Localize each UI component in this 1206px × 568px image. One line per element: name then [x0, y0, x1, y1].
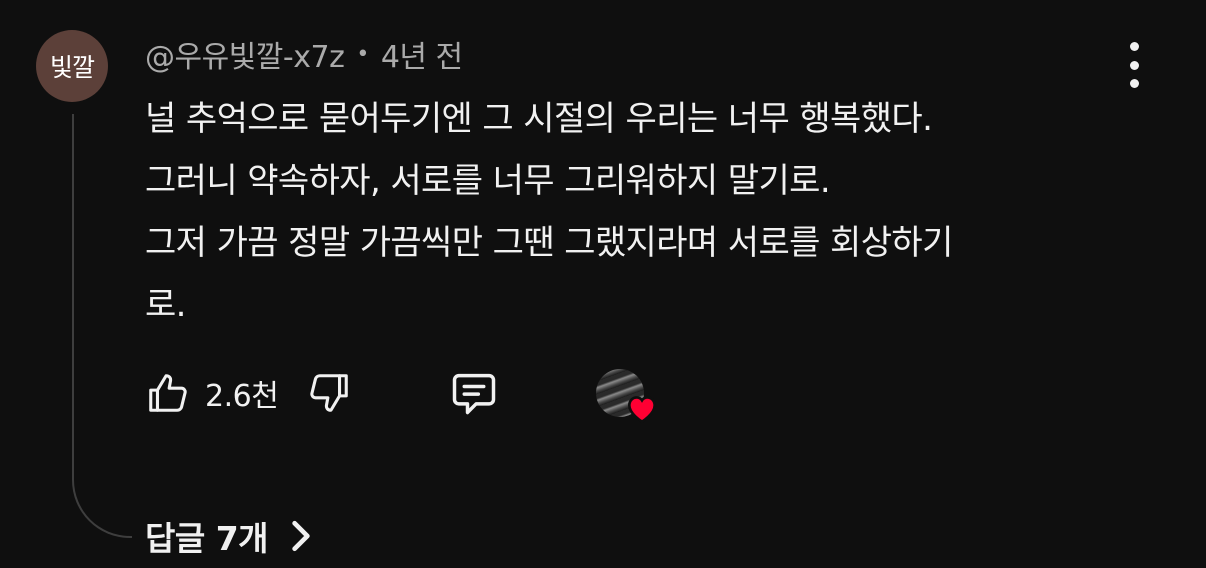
comment-header: @우유빛깔-x7z • 4년 전	[145, 32, 463, 76]
like-count: 2.6천	[205, 379, 279, 414]
thread-connector-line	[72, 114, 132, 538]
comment-line: 로.	[145, 285, 186, 325]
more-dot	[1129, 79, 1139, 88]
comment-thread: 빛깔 @우유빛깔-x7z • 4년 전 널 추억으로 묻어두기엔 그 시절의 우…	[0, 0, 1206, 568]
like-button[interactable]	[145, 370, 191, 416]
avatar-text: 빛깔	[49, 53, 95, 82]
replies-label: 답글 7개	[145, 519, 269, 558]
author-avatar[interactable]: 빛깔	[36, 30, 108, 102]
comment-line: 그러니 약속하자, 서로를 너무 그리워하지 말기로.	[145, 161, 831, 201]
thumb-down-icon	[310, 374, 349, 412]
chevron-right-icon	[292, 520, 310, 552]
comment-line: 그저 가끔 정말 가끔씩만 그땐 그랬지라며 서로를 회상하기	[145, 223, 953, 263]
view-replies-button[interactable]: 답글 7개	[145, 512, 314, 560]
reply-button[interactable]	[448, 367, 500, 419]
heart-icon	[628, 396, 657, 424]
author-name[interactable]: @우유빛깔-x7z	[145, 32, 345, 76]
comment-text: 널 추억으로 묻어두기엔 그 시절의 우리는 너무 행복했다. 그러니 약속하자…	[145, 88, 1105, 336]
more-dot	[1129, 60, 1139, 70]
comment-line: 널 추억으로 묻어두기엔 그 시절의 우리는 너무 행복했다.	[145, 99, 933, 139]
meta-separator: •	[356, 41, 369, 67]
comment-icon	[453, 373, 496, 415]
comment-timestamp[interactable]: 4년 전	[381, 32, 463, 76]
creator-heart	[596, 365, 660, 424]
thumb-up-icon	[149, 374, 187, 412]
more-vert-icon[interactable]	[1120, 42, 1148, 88]
comment-actions: 2.6천	[145, 362, 660, 424]
more-dot	[1129, 42, 1139, 51]
dislike-button[interactable]	[306, 370, 352, 416]
